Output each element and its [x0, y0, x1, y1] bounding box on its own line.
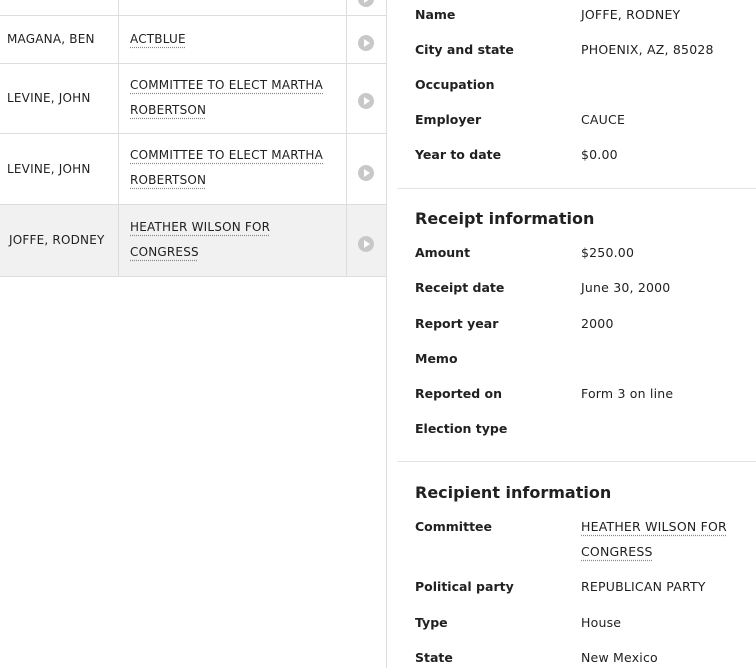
section-divider: [397, 188, 756, 189]
recipient-link[interactable]: HEATHER WILSON FOR: [130, 215, 270, 240]
receipt-section-title: Receipt information: [415, 209, 595, 228]
election-type-label: Election type: [415, 421, 508, 436]
party-label: Political party: [415, 579, 514, 594]
play-icon[interactable]: [358, 35, 374, 51]
receipt-date-value: June 30, 2000: [581, 280, 671, 295]
recipient-section-title: Recipient information: [415, 483, 612, 502]
city-value: PHOENIX, AZ, 85028: [581, 42, 714, 57]
play-icon[interactable]: [358, 93, 374, 109]
ytd-label: Year to date: [415, 147, 502, 162]
recipient-cell: [118, 0, 347, 15]
recipient-link[interactable]: COMMITTEE TO ELECT MARTHA: [130, 73, 323, 98]
committee-link[interactable]: HEATHER WILSON FOR: [581, 514, 727, 539]
recipient-link[interactable]: ACTBLUE: [130, 27, 186, 52]
reported-on-value: Form 3 on line: [581, 386, 674, 401]
ytd-value: $0.00: [581, 147, 618, 162]
table-row[interactable]: MAGANA, BEN ACTBLUE: [0, 16, 386, 64]
section-divider: [397, 461, 756, 462]
report-year-value: 2000: [581, 316, 614, 331]
recipient-cell: COMMITTEE TO ELECT MARTHA ROBERTSON: [118, 64, 347, 133]
type-value: House: [581, 615, 622, 630]
detail-panel: Name JOFFE, RODNEY City and state PHOENI…: [397, 0, 756, 668]
committee-link[interactable]: CONGRESS: [581, 539, 653, 564]
recipient-link[interactable]: CONGRESS: [130, 240, 199, 265]
recipient-link[interactable]: COMMITTEE TO ELECT MARTHA: [130, 143, 323, 168]
employer-value: CAUCE: [581, 112, 626, 127]
amount-value: $250.00: [581, 245, 635, 260]
memo-label: Memo: [415, 351, 458, 366]
recipient-cell: HEATHER WILSON FOR CONGRESS: [118, 205, 347, 276]
state-label: State: [415, 650, 453, 665]
report-year-label: Report year: [415, 316, 499, 331]
table-row-selected[interactable]: JOFFE, RODNEY HEATHER WILSON FOR CONGRES…: [0, 205, 386, 277]
table-row[interactable]: LEVINE, JOHN COMMITTEE TO ELECT MARTHA R…: [0, 134, 386, 205]
play-icon[interactable]: [358, 165, 374, 181]
occupation-label: Occupation: [415, 77, 495, 92]
receipt-date-label: Receipt date: [415, 280, 505, 295]
amount-label: Amount: [415, 245, 471, 260]
recipient-cell: ACTBLUE: [118, 16, 347, 63]
name-value: JOFFE, RODNEY: [581, 7, 681, 22]
city-label: City and state: [415, 42, 514, 57]
reported-on-label: Reported on: [415, 386, 503, 401]
state-value: New Mexico: [581, 650, 658, 665]
table-row[interactable]: [0, 0, 386, 16]
party-value: REPUBLICAN PARTY: [581, 579, 706, 594]
play-icon[interactable]: [358, 0, 374, 7]
results-table: MAGANA, BEN ACTBLUE LEVINE, JOHN COMMITT…: [0, 0, 386, 668]
contributor-name: LEVINE, JOHN: [7, 91, 91, 105]
panel-divider: [386, 0, 387, 668]
committee-label: Committee: [415, 519, 493, 534]
type-label: Type: [415, 615, 448, 630]
recipient-link[interactable]: ROBERTSON: [130, 168, 206, 193]
contributor-name: JOFFE, RODNEY: [9, 233, 105, 247]
employer-label: Employer: [415, 112, 482, 127]
table-row[interactable]: LEVINE, JOHN COMMITTEE TO ELECT MARTHA R…: [0, 64, 386, 134]
contributor-name: MAGANA, BEN: [7, 32, 95, 46]
recipient-link[interactable]: ROBERTSON: [130, 98, 206, 123]
recipient-cell: COMMITTEE TO ELECT MARTHA ROBERTSON: [118, 134, 347, 204]
contributor-name: LEVINE, JOHN: [7, 162, 91, 176]
name-label: Name: [415, 7, 456, 22]
play-icon[interactable]: [358, 236, 374, 252]
